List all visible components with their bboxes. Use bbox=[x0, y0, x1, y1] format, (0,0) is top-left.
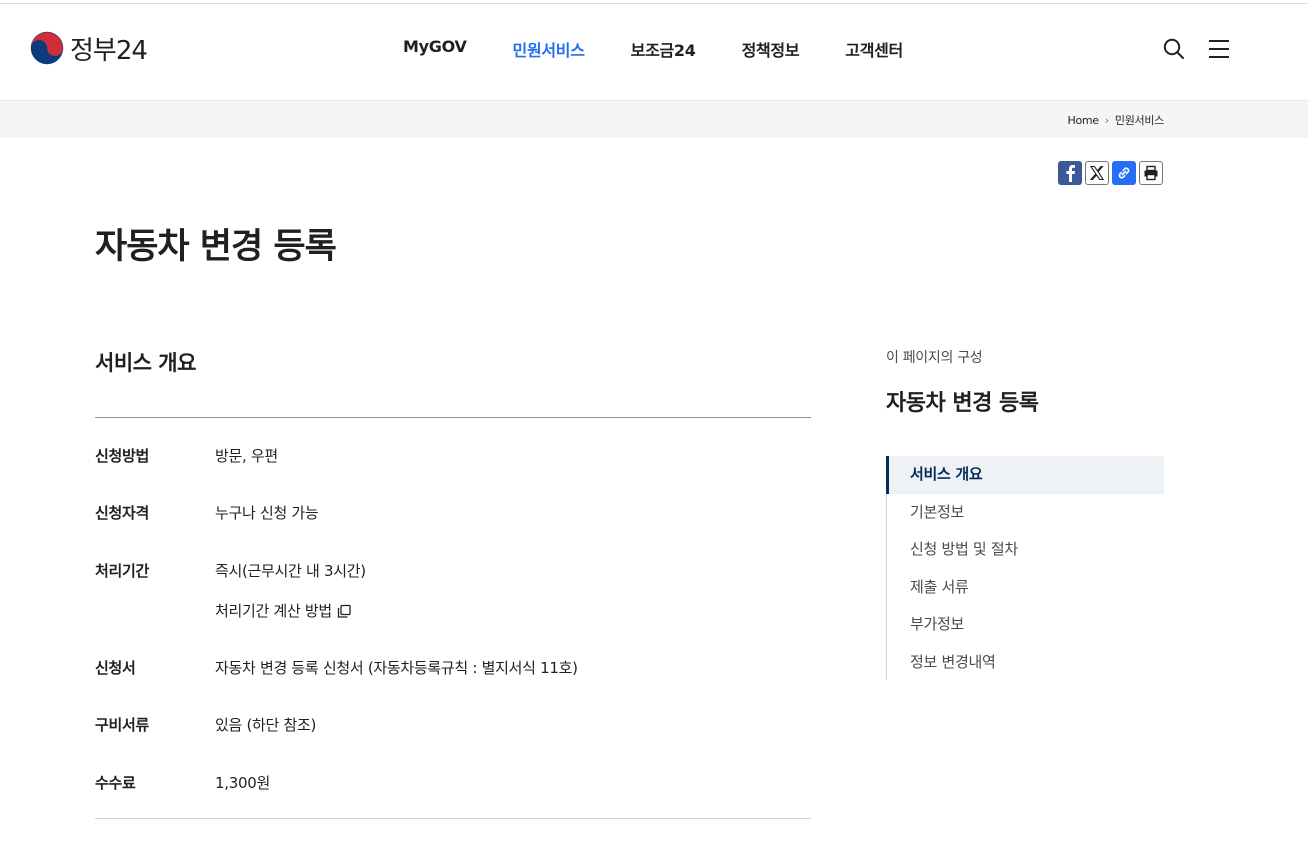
logo-text: 정부24 bbox=[70, 35, 148, 66]
section-bottom-divider bbox=[95, 818, 811, 819]
nav-item-mygov[interactable]: MyGOV bbox=[403, 37, 467, 61]
toc-item-overview[interactable]: 서비스 개요 bbox=[886, 456, 1164, 494]
link-icon[interactable] bbox=[1112, 161, 1136, 185]
share-toolbar bbox=[1058, 161, 1166, 185]
info-label: 신청방법 bbox=[95, 447, 150, 465]
info-label: 신청서 bbox=[95, 659, 136, 677]
nav-item-civil-service[interactable]: 민원서비스 bbox=[513, 37, 585, 61]
toc-item-method-procedure[interactable]: 신청 방법 및 절차 bbox=[887, 531, 1164, 569]
info-label: 처리기간 bbox=[95, 562, 150, 580]
taegeuk-logo-icon bbox=[30, 31, 64, 65]
info-value: 누구나 신청 가능 bbox=[215, 504, 319, 522]
breadcrumb: Home › 민원서비스 bbox=[1067, 112, 1164, 128]
breadcrumb-current[interactable]: 민원서비스 bbox=[1115, 112, 1164, 128]
info-value: 방문, 우편 bbox=[215, 447, 278, 465]
nav-item-policy-info[interactable]: 정책정보 bbox=[742, 37, 800, 61]
info-label: 신청자격 bbox=[95, 504, 150, 522]
calc-link-label: 처리기간 계산 방법 bbox=[215, 602, 332, 620]
breadcrumb-bar: Home › 민원서비스 bbox=[0, 100, 1308, 138]
info-label: 구비서류 bbox=[95, 716, 150, 734]
nav-item-customer-center[interactable]: 고객센터 bbox=[845, 37, 903, 61]
side-title: 자동차 변경 등록 bbox=[886, 391, 1039, 416]
x-icon[interactable] bbox=[1085, 161, 1109, 185]
toc-item-change-history[interactable]: 정보 변경내역 bbox=[887, 644, 1164, 682]
print-icon[interactable] bbox=[1139, 161, 1163, 185]
info-value: 있음 (하단 참조) bbox=[215, 716, 317, 734]
new-window-icon bbox=[337, 604, 351, 618]
facebook-icon[interactable] bbox=[1058, 161, 1082, 185]
chevron-right-icon: › bbox=[1104, 113, 1109, 127]
section-title: 서비스 개요 bbox=[95, 351, 196, 375]
global-nav: MyGOV 민원서비스 보조금24 정책정보 고객센터 bbox=[403, 37, 949, 61]
logo[interactable]: 정부24 bbox=[30, 31, 148, 66]
section-top-divider bbox=[95, 417, 811, 418]
info-value: 즉시(근무시간 내 3시간) bbox=[215, 562, 366, 580]
info-label: 수수료 bbox=[95, 774, 136, 792]
info-value: 1,300원 bbox=[215, 774, 270, 792]
breadcrumb-home[interactable]: Home bbox=[1067, 114, 1099, 127]
search-icon[interactable] bbox=[1163, 38, 1185, 60]
page-title: 자동차 변경 등록 bbox=[95, 227, 337, 267]
nav-item-subsidy24[interactable]: 보조금24 bbox=[631, 37, 696, 61]
page-toc: 서비스 개요 기본정보 신청 방법 및 절차 제출 서류 부가정보 정보 변경내… bbox=[886, 456, 1164, 680]
menu-icon[interactable] bbox=[1208, 38, 1230, 60]
toc-item-additional-info[interactable]: 부가정보 bbox=[887, 606, 1164, 644]
processing-time-calc-link[interactable]: 처리기간 계산 방법 bbox=[215, 600, 352, 621]
toc-item-basic-info[interactable]: 기본정보 bbox=[887, 494, 1164, 532]
info-value: 자동차 변경 등록 신청서 (자동차등록규칙 : 별지서식 11호) bbox=[215, 659, 578, 677]
toc-item-documents[interactable]: 제출 서류 bbox=[887, 569, 1164, 607]
side-caption: 이 페이지의 구성 bbox=[886, 350, 983, 366]
site-header: 정부24 MyGOV 민원서비스 보조금24 정책정보 고객센터 bbox=[0, 4, 1308, 100]
